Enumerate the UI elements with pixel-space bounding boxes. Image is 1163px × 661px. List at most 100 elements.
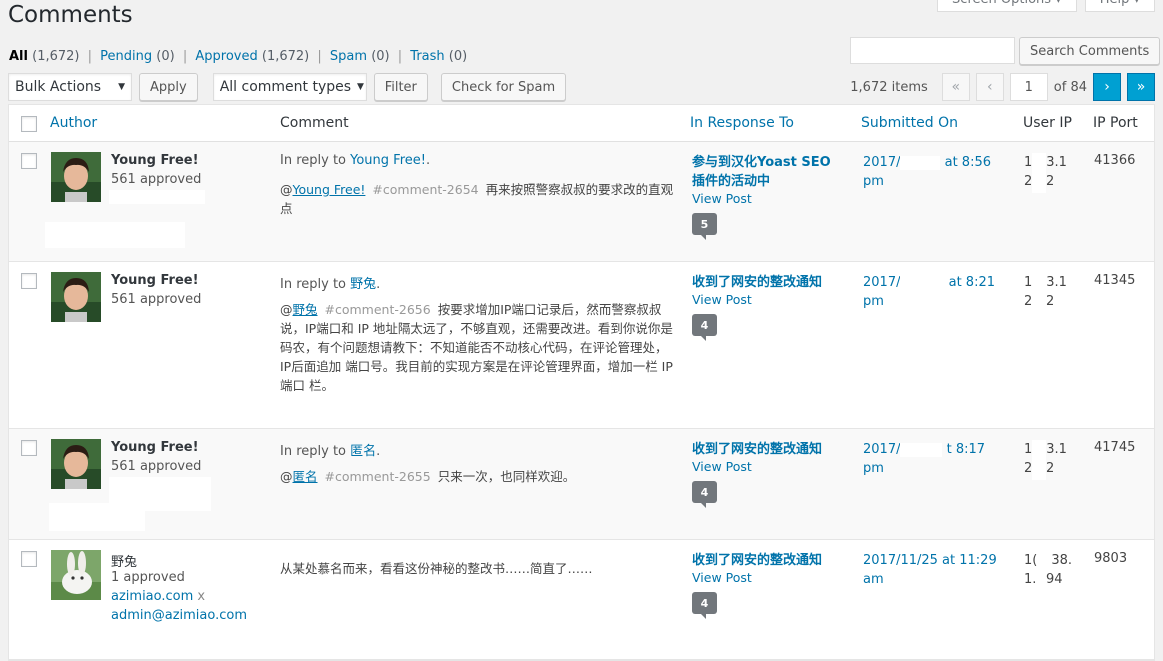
- filter-trash[interactable]: Trash: [410, 49, 444, 64]
- apply-button[interactable]: Apply: [139, 73, 198, 101]
- author-site-link[interactable]: azimiao.com: [111, 589, 193, 604]
- comment-type-value: All comment types: [219, 79, 352, 95]
- comment-count-bubble[interactable]: 4: [692, 481, 717, 508]
- row-checkbox[interactable]: [21, 440, 37, 456]
- comment-anchor: #comment-2655: [324, 469, 431, 484]
- avatar: [51, 550, 101, 600]
- redaction-block: [900, 155, 941, 170]
- screen-meta-links: Screen Options ▾ Help ▾: [937, 0, 1155, 12]
- view-post-link[interactable]: View Post: [692, 191, 752, 206]
- row-checkbox[interactable]: [21, 153, 37, 169]
- submitted-on: 2017/ at 8:21 pm: [863, 275, 995, 309]
- filter-trash-count: (0): [448, 49, 468, 64]
- column-comment: Comment: [280, 115, 349, 131]
- redaction-block: [1032, 273, 1047, 313]
- table-header: Author Comment In Response To Submitted …: [9, 105, 1154, 142]
- comment-anchor: #comment-2656: [324, 302, 431, 317]
- remove-url-icon[interactable]: x: [197, 589, 205, 604]
- current-page-input[interactable]: 1: [1009, 73, 1048, 101]
- row-checkbox[interactable]: [21, 551, 37, 567]
- author-name: Young Free!: [111, 273, 199, 288]
- check-for-spam-button[interactable]: Check for Spam: [440, 73, 567, 101]
- filter-pending[interactable]: Pending: [100, 49, 152, 64]
- author-approved-count: 561 approved: [111, 292, 202, 307]
- chevron-down-icon: ▼: [118, 82, 125, 92]
- search-comments-button[interactable]: Search Comments: [1019, 37, 1161, 65]
- post-title-link[interactable]: 收到了网安的整改通知: [692, 273, 842, 292]
- comment-text: @Young Free! #comment-2654 再来按照警察叔叔的要求改的直观…: [280, 182, 674, 216]
- mention-link[interactable]: Young Free!: [293, 182, 366, 197]
- search-box: Search Comments: [850, 37, 1161, 65]
- filter-spam-count: (0): [371, 49, 390, 64]
- author-approved-count: 561 approved: [111, 172, 202, 187]
- reply-to-link[interactable]: 匿名: [350, 444, 376, 459]
- avatar: [51, 152, 101, 202]
- comment-type-select[interactable]: All comment types ▼: [212, 73, 367, 101]
- next-page-button[interactable]: ›: [1093, 73, 1121, 101]
- comment-count-bubble[interactable]: 5: [692, 213, 717, 240]
- redaction-block: [109, 190, 205, 204]
- prev-page-button[interactable]: ‹: [975, 73, 1004, 101]
- mention-link[interactable]: 匿名: [293, 469, 318, 484]
- tablenav-top: Bulk Actions ▼ Apply All comment types ▼…: [8, 73, 567, 101]
- avatar: [51, 439, 101, 489]
- user-ip: 1 3.1 22: [1024, 440, 1084, 480]
- filter-approved-count: (1,672): [261, 49, 310, 64]
- author-name: Young Free!: [111, 153, 199, 168]
- comments-table: Author Comment In Response To Submitted …: [8, 104, 1155, 661]
- author-url: azimiao.com x: [111, 589, 205, 604]
- comment-text: 从某处慕名而来，看看这份神秘的整改书……简直了……: [280, 561, 593, 576]
- view-post-link[interactable]: View Post: [692, 292, 752, 307]
- ip-port: 9803: [1094, 551, 1128, 566]
- column-author[interactable]: Author: [50, 115, 97, 131]
- ip-port: 41345: [1094, 273, 1136, 288]
- ip-port: 41366: [1094, 153, 1136, 168]
- column-submitted-on[interactable]: Submitted On: [861, 115, 958, 131]
- submitted-on: 2017/11/25 at 11:29 am: [863, 553, 997, 587]
- post-title-link[interactable]: 参与到汉化Yoast SEO插件的活动中: [692, 153, 842, 191]
- reply-to-link[interactable]: 野兔: [350, 277, 376, 292]
- filter-spam[interactable]: Spam: [330, 49, 367, 64]
- table-row: Young Free! 561 approved In reply to 野兔.…: [9, 262, 1154, 429]
- ip-port: 41745: [1094, 440, 1136, 455]
- table-row: 野兔 1 approved azimiao.com x admin@azimia…: [9, 540, 1154, 660]
- avatar: [51, 272, 101, 322]
- filter-approved[interactable]: Approved: [195, 49, 257, 64]
- user-ip: 1 3.1 22: [1024, 273, 1084, 313]
- redaction-block: [1032, 440, 1047, 480]
- author-name: 野兔: [111, 555, 138, 570]
- redaction-block: [109, 477, 211, 511]
- filter-all[interactable]: All: [9, 49, 28, 64]
- user-ip: 1 3.1 22: [1024, 153, 1084, 193]
- submitted-on: 2017/ at 8:56 pm: [863, 155, 991, 189]
- last-page-button[interactable]: »: [1127, 73, 1155, 101]
- column-ip-port: IP Port: [1093, 115, 1138, 131]
- reply-to-link[interactable]: Young Free!: [350, 153, 426, 168]
- select-all-checkbox[interactable]: [21, 116, 37, 132]
- first-page-button[interactable]: «: [941, 73, 970, 101]
- filter-all-count: (1,672): [32, 49, 80, 64]
- redaction-block: [900, 275, 945, 290]
- column-user-ip: User IP: [1023, 115, 1072, 131]
- search-input[interactable]: [850, 37, 1015, 64]
- chevron-down-icon: ▼: [357, 82, 364, 92]
- comment-count-bubble[interactable]: 4: [692, 592, 717, 619]
- comment-text: @野兔 #comment-2656 按要求增加IP端口记录后，然而警察叔叔说，IP端…: [280, 302, 673, 393]
- mention-link[interactable]: 野兔: [293, 302, 318, 317]
- redaction-block: [1032, 153, 1047, 193]
- screen-options-tab[interactable]: Screen Options ▾: [937, 0, 1077, 12]
- comment-text: @匿名 #comment-2655 只来一次，也同样欢迎。: [280, 469, 576, 484]
- row-checkbox[interactable]: [21, 273, 37, 289]
- post-title-link[interactable]: 收到了网安的整改通知: [692, 551, 842, 570]
- column-in-response-to[interactable]: In Response To: [690, 115, 794, 131]
- filter-button[interactable]: Filter: [373, 73, 428, 101]
- view-post-link[interactable]: View Post: [692, 459, 752, 474]
- view-post-link[interactable]: View Post: [692, 570, 752, 585]
- help-tab[interactable]: Help ▾: [1084, 0, 1155, 12]
- comment-count-bubble[interactable]: 4: [692, 314, 717, 341]
- user-ip: 1(38. 1. 94: [1024, 551, 1084, 591]
- post-title-link[interactable]: 收到了网安的整改通知: [692, 440, 842, 459]
- submitted-on: 2017/ t 8:17 pm: [863, 442, 986, 476]
- bulk-actions-select[interactable]: Bulk Actions ▼: [8, 73, 132, 101]
- redaction-block: [900, 442, 943, 457]
